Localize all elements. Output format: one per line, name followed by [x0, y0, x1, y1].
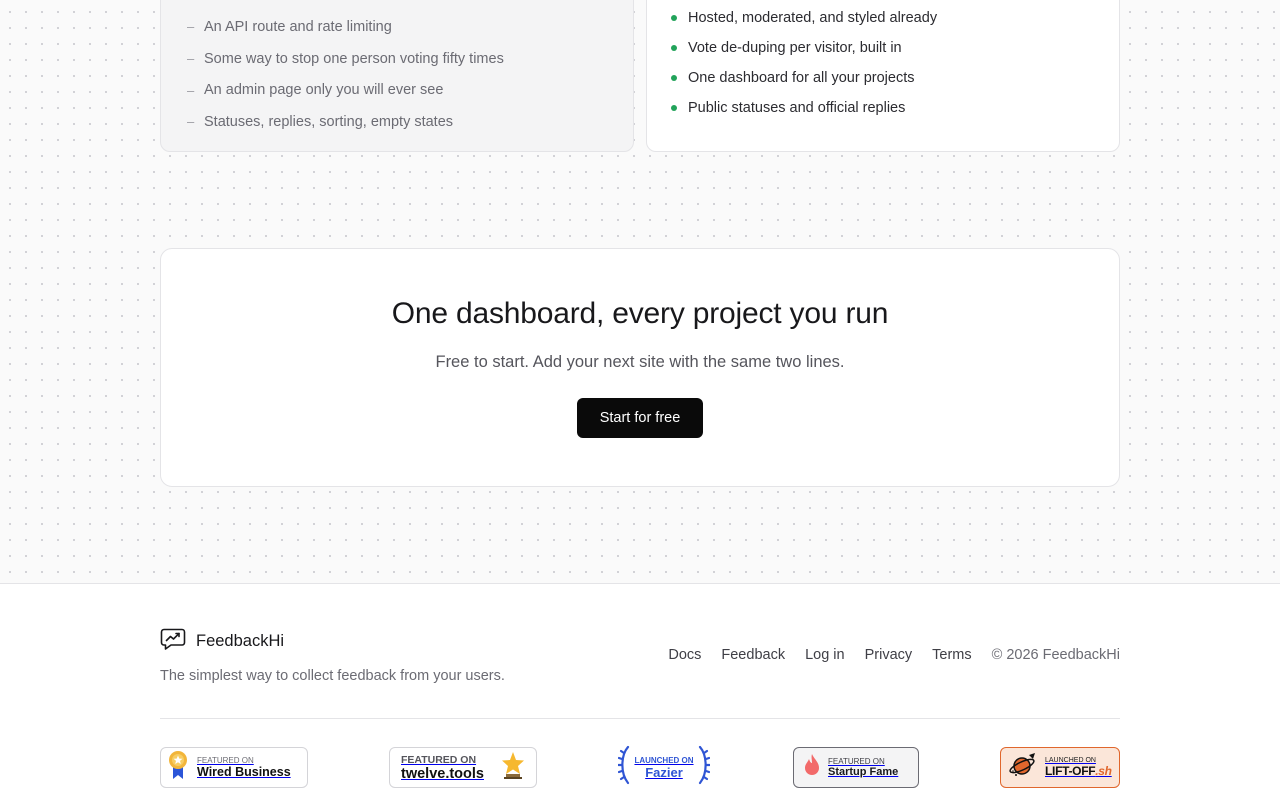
footer-link-feedback[interactable]: Feedback	[721, 647, 785, 663]
wired-business-badge[interactable]: FEATURED ON Wired Business	[160, 747, 308, 788]
liftoff-name: LIFT-OFF	[1045, 764, 1096, 778]
liftoff-badge[interactable]: LAUNCHED ON LIFT-OFF.sh	[1000, 747, 1120, 788]
footer-tagline: The simplest way to collect feedback fro…	[160, 668, 505, 684]
badge-large-text: Fazier	[645, 764, 683, 780]
site-footer: FeedbackHi The simplest way to collect f…	[0, 583, 1280, 800]
startup-fame-badge[interactable]: FEATURED ON Startup Fame	[793, 747, 919, 788]
footer-copyright: © 2026 FeedbackHi	[991, 647, 1120, 663]
list-item: – An API route and rate limiting	[187, 11, 633, 43]
chat-trend-icon	[160, 627, 186, 656]
dash-icon: –	[187, 51, 195, 67]
award-ribbon-icon	[167, 750, 189, 785]
dash-icon: –	[187, 82, 195, 98]
footer-brand[interactable]: FeedbackHi	[160, 627, 284, 656]
laurel-icon	[617, 745, 630, 790]
list-item: One dashboard for all your projects	[671, 63, 1119, 93]
start-for-free-button[interactable]: Start for free	[577, 398, 703, 438]
planet-rocket-icon	[1009, 751, 1037, 784]
footer-link-login[interactable]: Log in	[805, 647, 845, 663]
diy-item-label: An admin page only you will ever see	[204, 82, 444, 99]
feature-item-label: Hosted, moderated, and styled already	[688, 10, 938, 26]
feature-list: Hosted, moderated, and styled already Vo…	[671, 3, 1119, 123]
star-trophy-icon	[500, 750, 526, 785]
check-dot-icon	[671, 75, 677, 81]
badge-large-text: twelve.tools	[401, 765, 484, 782]
list-item: Vote de-duping per visitor, built in	[671, 33, 1119, 63]
footer-link-docs[interactable]: Docs	[668, 647, 701, 663]
list-item: – Some way to stop one person voting fift…	[187, 43, 633, 75]
list-item: – Statuses, replies, sorting, empty state…	[187, 106, 633, 138]
list-item: Hosted, moderated, and styled already	[671, 3, 1119, 33]
diy-list: – An API route and rate limiting – Some wa…	[187, 11, 633, 138]
badge-large-text: Wired Business	[197, 765, 291, 779]
cta-title: One dashboard, every project you run	[391, 297, 889, 330]
feature-item-label: Vote de-duping per visitor, built in	[688, 40, 902, 56]
badge-small-text: LAUNCHED ON	[634, 755, 694, 765]
diy-item-label: Statuses, replies, sorting, empty states	[204, 113, 454, 130]
list-item: Public statuses and official replies	[671, 93, 1119, 123]
badge-small-text: FEATURED ON	[197, 756, 254, 765]
footer-link-privacy[interactable]: Privacy	[865, 647, 913, 663]
footer-link-terms[interactable]: Terms	[932, 647, 971, 663]
diy-card: – An API route and rate limiting – Some wa…	[160, 0, 634, 152]
diy-item-label: An API route and rate limiting	[204, 18, 392, 35]
twelve-tools-badge[interactable]: FEATURED ON twelve.tools	[389, 747, 537, 788]
badge-large-text: LIFT-OFF.sh	[1045, 764, 1112, 778]
flame-icon	[804, 753, 820, 782]
cta-subtitle: Free to start. Add your next site with t…	[435, 353, 845, 371]
feedbackhi-card: Hosted, moderated, and styled already Vo…	[646, 0, 1120, 152]
liftoff-suffix: .sh	[1095, 764, 1112, 778]
cta-section: One dashboard, every project you run Fre…	[160, 248, 1120, 487]
footer-brand-name: FeedbackHi	[196, 632, 285, 650]
footer-divider	[160, 718, 1120, 719]
badge-small-text: FEATURED ON	[401, 753, 477, 766]
badge-large-text: Startup Fame	[828, 766, 899, 778]
fazier-badge[interactable]: LAUNCHED ON Fazier	[616, 745, 712, 790]
dash-icon: –	[187, 19, 195, 35]
check-dot-icon	[671, 15, 677, 21]
list-item: – An admin page only you will ever see	[187, 74, 633, 106]
dash-icon: –	[187, 114, 195, 130]
badge-small-text: LAUNCHED ON	[1045, 757, 1096, 764]
feature-item-label: Public statuses and official replies	[688, 100, 906, 116]
badge-small-text: FEATURED ON	[828, 757, 885, 766]
footer-nav: Docs Feedback Log in Privacy Terms © 202…	[648, 647, 1120, 663]
diy-item-label: Some way to stop one person voting fifty…	[204, 50, 504, 67]
laurel-icon	[698, 745, 711, 790]
check-dot-icon	[671, 105, 677, 111]
check-dot-icon	[671, 45, 677, 51]
feature-item-label: One dashboard for all your projects	[688, 70, 915, 86]
